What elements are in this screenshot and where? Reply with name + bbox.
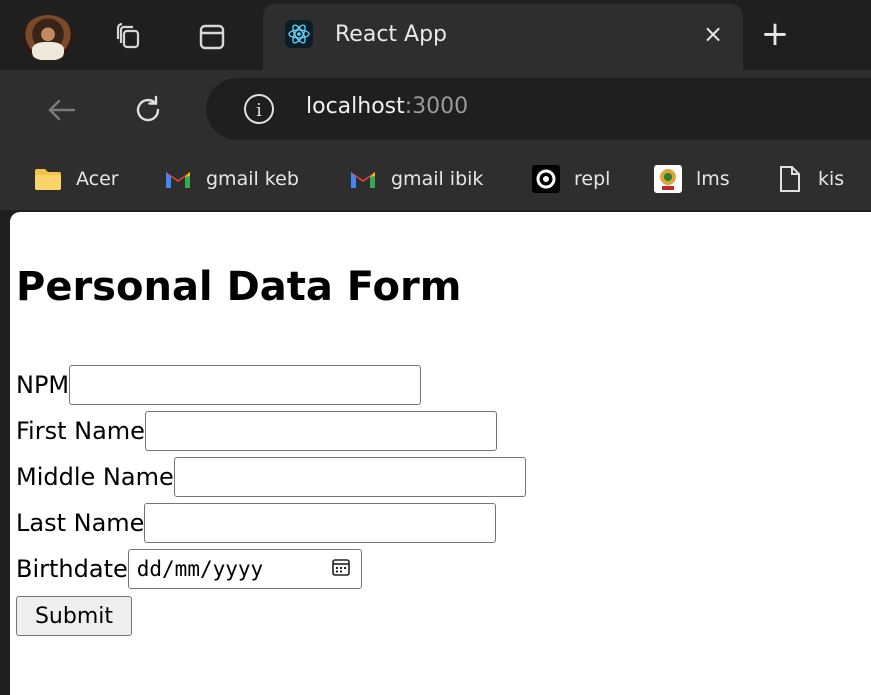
birthdate-input[interactable]: dd/mm/yyyy xyxy=(127,549,362,589)
last-name-input[interactable] xyxy=(144,503,497,543)
collections-icon[interactable] xyxy=(112,20,146,54)
npm-input[interactable] xyxy=(69,365,422,405)
bookmark-lms[interactable]: lms xyxy=(654,148,730,210)
calendar-icon[interactable] xyxy=(331,557,351,581)
address-bar[interactable]: i localhost:3000 xyxy=(206,78,871,140)
submit-button[interactable]: Submit xyxy=(16,596,132,636)
bookmarks-bar: Acer gmail keb gmail ibik repl lms kis xyxy=(0,148,871,210)
personal-data-form: NPM First Name Middle Name Last Name Bir… xyxy=(16,362,526,636)
reload-icon[interactable] xyxy=(128,90,168,130)
middle-name-label: Middle Name xyxy=(16,463,174,491)
tab-title: React App xyxy=(335,22,448,47)
close-tab-icon[interactable]: × xyxy=(700,21,726,47)
last-name-row: Last Name xyxy=(16,500,526,546)
folder-icon xyxy=(34,165,62,193)
tab-strip: React App × + xyxy=(0,0,871,70)
middle-name-input[interactable] xyxy=(173,457,526,497)
birthdate-row: Birthdate dd/mm/yyyy xyxy=(16,546,526,592)
first-name-input[interactable] xyxy=(144,411,497,451)
birthdate-label: Birthdate xyxy=(16,555,128,583)
bookmark-label: repl xyxy=(574,168,611,190)
page-icon xyxy=(776,165,804,193)
bookmark-repl[interactable]: repl xyxy=(532,148,610,210)
bookmark-gmail-ibik[interactable]: gmail ibik xyxy=(349,148,483,210)
replit-icon xyxy=(532,165,560,193)
url-host: localhost xyxy=(306,94,405,119)
bookmark-gmail-keb[interactable]: gmail keb xyxy=(164,148,299,210)
lms-icon xyxy=(654,165,682,193)
bookmark-label: kis xyxy=(818,168,845,190)
page-title: Personal Data Form xyxy=(16,264,462,310)
back-arrow-icon[interactable] xyxy=(41,90,81,130)
bookmark-label: lms xyxy=(696,168,730,190)
gmail-icon xyxy=(164,165,192,193)
new-tab-button[interactable]: + xyxy=(757,17,793,53)
first-name-label: First Name xyxy=(16,417,145,445)
site-info-icon[interactable]: i xyxy=(244,94,274,124)
url-text[interactable]: localhost:3000 xyxy=(306,94,468,119)
bookmark-acer[interactable]: Acer xyxy=(34,148,119,210)
url-port: :3000 xyxy=(404,94,469,119)
react-favicon-icon xyxy=(285,20,313,48)
page-viewport: Personal Data Form NPM First Name Middle… xyxy=(10,212,871,695)
gmail-icon xyxy=(349,165,377,193)
npm-label: NPM xyxy=(16,371,70,399)
birthdate-placeholder: dd/mm/yyyy xyxy=(136,557,264,581)
bookmark-label: gmail keb xyxy=(206,168,299,190)
tab-react-app[interactable]: React App × xyxy=(263,4,743,70)
tab-actions-icon[interactable] xyxy=(195,20,229,54)
browser-toolbar: i localhost:3000 xyxy=(0,70,871,148)
npm-row: NPM xyxy=(16,362,526,408)
first-name-row: First Name xyxy=(16,408,526,454)
bookmark-kis[interactable]: kis xyxy=(776,148,844,210)
middle-name-row: Middle Name xyxy=(16,454,526,500)
browser-window: React App × + i localhost:3000 Acer gmai… xyxy=(0,0,871,695)
profile-avatar[interactable] xyxy=(22,15,74,61)
last-name-label: Last Name xyxy=(16,509,145,537)
bookmark-label: gmail ibik xyxy=(391,168,484,190)
bookmark-label: Acer xyxy=(76,168,119,190)
